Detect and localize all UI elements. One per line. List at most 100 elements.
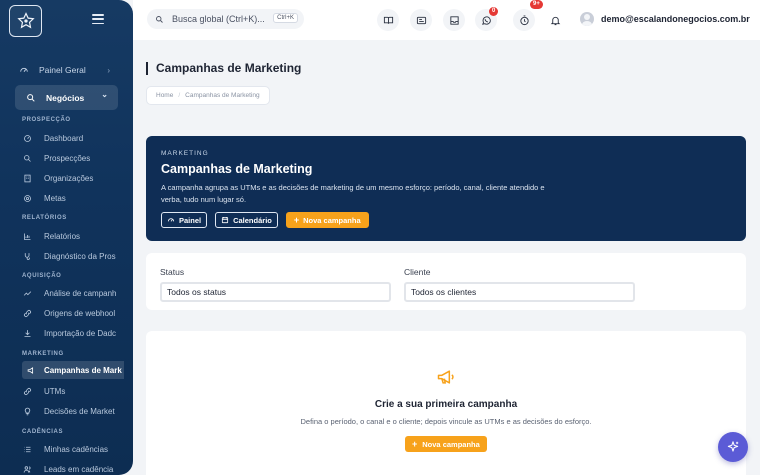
lightbulb-icon — [22, 407, 32, 416]
sidebar-item-label: Diagnóstico da Pros — [44, 251, 116, 261]
client-select-value: Todos os clientes — [411, 287, 477, 297]
calendar-button-label: Calendário — [233, 215, 272, 225]
search-placeholder: Busca global (Ctrl+K)... — [172, 14, 265, 24]
sidebar-item-label: Minhas cadências — [44, 444, 109, 454]
hero-description: A campanha agrupa as UTMs e as decisões … — [161, 183, 545, 204]
timer-badge: 9+ — [530, 0, 543, 9]
sidebar-item-label: Relatórios — [44, 231, 81, 241]
page-title: Campanhas de Marketing — [146, 62, 301, 75]
sidebar-item-label: Análise de campanh — [44, 288, 117, 298]
sidebar-item-minhas-cadencias[interactable]: Minhas cadências — [22, 441, 124, 457]
sidebar-item-leads-cadencia[interactable]: Leads em cadência — [22, 461, 124, 475]
sidebar-item-origens-webhook[interactable]: Origens de webhool — [22, 305, 124, 321]
book-button[interactable] — [377, 9, 399, 31]
status-select-value: Todos os status — [167, 287, 227, 297]
sidebar-item-negocios[interactable]: Negócios ⌄ — [15, 85, 118, 110]
empty-state-title: Crie a sua primeira campanha — [374, 399, 518, 410]
star-logo-icon — [16, 12, 35, 29]
calendar-button[interactable]: Calendário — [215, 212, 278, 228]
user-menu[interactable]: demo@escalandonegocios.com.br — [580, 12, 750, 26]
sidebar-item-label: Painel Geral — [39, 65, 86, 75]
empty-new-campaign-label: Nova campanha — [422, 439, 480, 449]
calendar-icon — [221, 216, 229, 224]
inbox-icon — [449, 15, 459, 25]
empty-state-description: Defina o período, o canal e o cliente; d… — [300, 417, 592, 426]
whatsapp-icon — [481, 15, 491, 25]
id-card-button[interactable] — [410, 9, 432, 31]
menu-toggle-button[interactable] — [92, 14, 104, 24]
global-search-input[interactable]: Busca global (Ctrl+K)... Ctrl+K — [147, 9, 304, 29]
sidebar-item-label: Importação de Dadc — [44, 328, 117, 338]
search-icon — [22, 154, 32, 163]
plus-icon: + — [293, 215, 300, 225]
whatsapp-button[interactable]: 0 — [475, 7, 499, 31]
section-title-cadencias: CADÊNCIAS — [22, 429, 64, 435]
topbar: Busca global (Ctrl+K)... Ctrl+K 0 9+ dem… — [133, 0, 760, 40]
gauge-icon — [167, 216, 175, 224]
hero-kicker: MARKETING — [161, 150, 209, 157]
section-title-prospeccao: PROSPECÇÃO — [22, 117, 71, 123]
search-shortcut-badge: Ctrl+K — [273, 13, 298, 23]
bell-icon — [550, 16, 560, 25]
timer-icon — [519, 14, 529, 25]
avatar — [580, 12, 594, 26]
megaphone-icon — [26, 366, 36, 375]
search-icon — [155, 15, 164, 24]
sidebar-item-campanhas-marketing[interactable]: Campanhas de Mark — [22, 361, 124, 379]
panel-button-label: Painel — [179, 215, 202, 225]
sidebar-item-label: UTMs — [44, 386, 66, 396]
sidebar-item-label: Prospecções — [44, 153, 91, 163]
breadcrumb-home-link[interactable]: Home — [156, 92, 173, 99]
filters-card: Status Todos os status Cliente Todos os … — [146, 253, 746, 310]
timer-button[interactable]: 9+ — [513, 0, 543, 31]
sidebar-item-label: Metas — [44, 193, 66, 203]
app-logo[interactable] — [9, 5, 42, 37]
sidebar-item-label: Dashboard — [44, 133, 84, 143]
trend-icon — [22, 289, 32, 298]
sidebar-item-relatorios[interactable]: Relatórios — [22, 228, 124, 244]
hero-title: Campanhas de Marketing — [161, 162, 313, 176]
sparkle-icon — [727, 441, 739, 452]
hero-banner: MARKETING Campanhas de Marketing A campa… — [146, 136, 746, 241]
search-icon — [26, 93, 37, 103]
link-icon — [22, 387, 32, 396]
sidebar-item-dashboard[interactable]: Dashboard — [22, 130, 124, 146]
status-select[interactable]: Todos os status — [160, 282, 391, 302]
empty-new-campaign-button[interactable]: + Nova campanha — [405, 436, 487, 452]
breadcrumb-current: Campanhas de Marketing — [185, 92, 260, 99]
sidebar-item-label: Origens de webhool — [44, 308, 116, 318]
sidebar-item-label: Leads em cadência — [44, 464, 114, 474]
target-icon — [22, 194, 32, 203]
sidebar-item-diagnostico[interactable]: Diagnóstico da Pros — [22, 248, 124, 264]
plus-icon: + — [412, 439, 418, 449]
panel-button[interactable]: Painel — [161, 212, 208, 228]
sidebar-item-label: Campanhas de Mark — [44, 365, 122, 375]
chevron-right-icon: › — [107, 65, 110, 75]
sidebar-item-painel-geral[interactable]: Painel Geral › — [10, 61, 120, 79]
whatsapp-badge: 0 — [489, 7, 499, 16]
user-email: demo@escalandonegocios.com.br — [601, 14, 750, 24]
sidebar-item-decisoes-marketing[interactable]: Decisões de Market — [22, 403, 124, 419]
status-label: Status — [160, 267, 185, 277]
book-icon — [383, 16, 393, 24]
section-title-relatorios: RELATÓRIOS — [22, 215, 67, 221]
inbox-button[interactable] — [443, 9, 465, 31]
section-title-marketing: MARKETING — [22, 351, 64, 357]
sidebar-item-importacao-dados[interactable]: Importação de Dadc — [22, 325, 124, 341]
client-select[interactable]: Todos os clientes — [404, 282, 635, 302]
sidebar-item-analise-campanhas[interactable]: Análise de campanh — [22, 285, 124, 301]
client-label: Cliente — [404, 267, 431, 277]
sidebar-item-prospeccoes[interactable]: Prospecções — [22, 150, 124, 166]
breadcrumb: Home / Campanhas de Marketing — [146, 86, 270, 105]
notifications-button[interactable] — [544, 9, 566, 31]
gauge-icon — [19, 65, 30, 75]
sidebar-item-utms[interactable]: UTMs — [22, 383, 124, 399]
ai-assistant-button[interactable] — [718, 432, 748, 462]
sidebar-item-metas[interactable]: Metas — [22, 190, 124, 206]
sidebar-item-organizacoes[interactable]: Organizações — [22, 170, 124, 186]
list-icon — [22, 445, 32, 454]
chevron-down-icon: ⌄ — [101, 90, 108, 99]
megaphone-icon — [435, 367, 457, 392]
new-campaign-button[interactable]: + Nova campanha — [285, 212, 369, 228]
import-icon — [22, 329, 32, 338]
